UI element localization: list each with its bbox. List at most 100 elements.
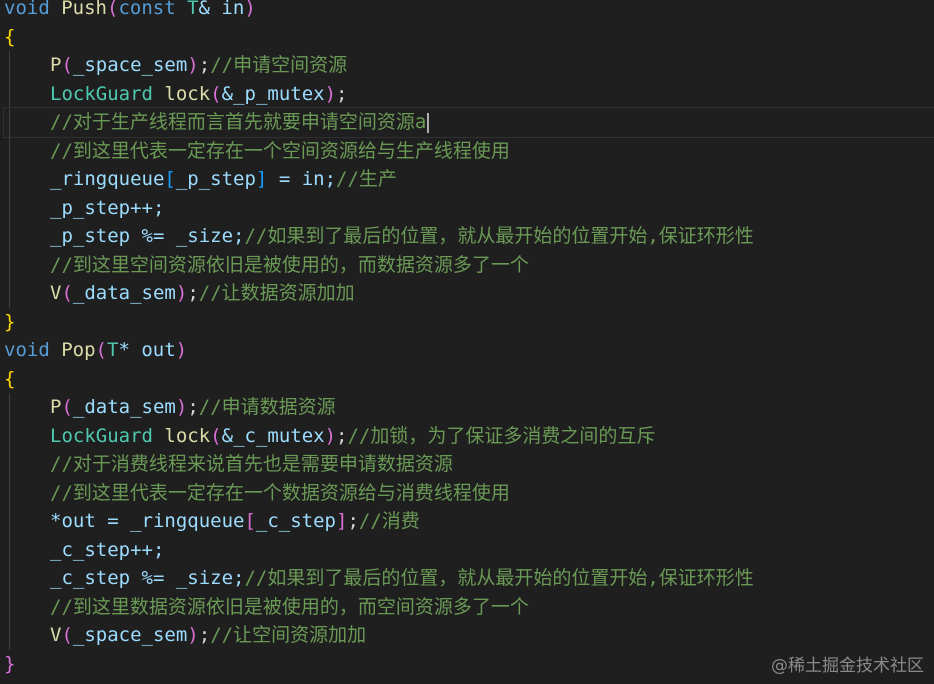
comment: //到这里代表一定存在一个空间资源给与生产线程使用 bbox=[50, 139, 510, 162]
bracket: ] bbox=[336, 510, 348, 532]
code-line-push-signature: void Push(const T& in) bbox=[4, 0, 934, 23]
argument: _data_sem bbox=[72, 282, 176, 304]
argument: &_c_mutex bbox=[221, 424, 325, 447]
comment: //让数据资源加加 bbox=[198, 282, 355, 304]
code-line: LockGuard lock(&_c_mutex);//加锁，为了保证多消费之间… bbox=[4, 421, 934, 450]
watermark: @稀土掘金技术社区 bbox=[771, 656, 924, 676]
bracket: [ bbox=[244, 510, 256, 532]
type-name: T bbox=[187, 0, 199, 19]
code-line: V(_space_sem);//让空间资源加加 bbox=[4, 621, 934, 650]
code-line: _p_step %= _size;//如果到了最后的位置，就从最开始的位置开始,… bbox=[4, 222, 934, 251]
comment: //到这里数据资源依旧是被使用的，而空间资源多了一个 bbox=[50, 595, 529, 618]
function-name: Pop bbox=[61, 339, 96, 361]
index: _c_step bbox=[255, 510, 336, 532]
text-cursor bbox=[427, 112, 430, 133]
dereference: *out = bbox=[50, 510, 131, 532]
statement: _c_step++; bbox=[50, 538, 165, 561]
bracket: [ bbox=[164, 168, 176, 190]
keyword: void bbox=[4, 339, 50, 361]
code-line: //到这里代表一定存在一个数据资源给与消费线程使用 bbox=[4, 478, 934, 507]
assignment: = in; bbox=[267, 168, 337, 190]
code-line: //到这里数据资源依旧是被使用的，而空间资源多了一个 bbox=[4, 592, 934, 621]
comment: //消费 bbox=[358, 510, 420, 532]
function-call: V bbox=[50, 624, 62, 646]
code-line-pop-signature: void Pop(T* out) bbox=[4, 336, 934, 365]
comment: //如果到了最后的位置，就从最开始的位置开始,保证环形性 bbox=[244, 567, 754, 589]
function-name: Push bbox=[61, 0, 107, 19]
function-call: P bbox=[50, 396, 62, 418]
paren: ) bbox=[324, 82, 337, 105]
code-line: P(_space_sem);//申请空间资源 bbox=[4, 51, 934, 80]
semicolon: ; bbox=[187, 396, 199, 418]
code-line: LockGuard lock(&_p_mutex); bbox=[4, 79, 934, 108]
variable-name: _ringqueue bbox=[50, 168, 165, 190]
paren: ( bbox=[61, 624, 73, 646]
keyword: void bbox=[4, 0, 50, 19]
comment: //让空间资源加加 bbox=[210, 624, 367, 646]
variable-name: lock bbox=[164, 424, 211, 447]
semicolon: ; bbox=[347, 510, 359, 532]
code-line-current[interactable]: //对于生产线程而言首先就要申请空间资源a bbox=[3, 107, 934, 138]
paren: ) bbox=[187, 624, 199, 646]
comment: //加锁，为了保证多消费之间的互斥 bbox=[347, 424, 656, 447]
comment: //到这里空间资源依旧是被使用的，而数据资源多了一个 bbox=[50, 253, 529, 276]
semicolon: ; bbox=[198, 624, 211, 646]
brace: { bbox=[4, 25, 16, 48]
code-line: //到这里代表一定存在一个空间资源给与生产线程使用 bbox=[4, 136, 934, 165]
code-line: P(_data_sem);//申请数据资源 bbox=[4, 393, 934, 422]
code-line-push-close-brace: } bbox=[4, 308, 934, 337]
code-line-push-open-brace: { bbox=[4, 23, 934, 52]
semicolon: ; bbox=[336, 424, 348, 447]
semicolon: ; bbox=[198, 54, 211, 76]
variable-name: lock bbox=[164, 82, 211, 105]
code-line: _c_step %= _size;//如果到了最后的位置，就从最开始的位置开始,… bbox=[4, 564, 934, 593]
paren: ) bbox=[324, 424, 337, 447]
brace: { bbox=[4, 367, 16, 390]
argument: _space_sem bbox=[72, 54, 188, 76]
parameter: * out bbox=[118, 339, 176, 361]
paren: ) bbox=[187, 54, 199, 76]
comment: //对于生产线程而言首先就要申请空间资源a bbox=[50, 111, 427, 133]
type-name: LockGuard bbox=[50, 424, 153, 447]
semicolon: ; bbox=[187, 282, 199, 304]
paren: ) bbox=[175, 339, 188, 361]
comment: //如果到了最后的位置，就从最开始的位置开始,保证环形性 bbox=[244, 225, 754, 247]
function-call: V bbox=[50, 282, 62, 304]
parameter: & in bbox=[198, 0, 245, 19]
code-line-pop-open-brace: { bbox=[4, 365, 934, 394]
comment: //申请空间资源 bbox=[210, 54, 348, 76]
argument: &_p_mutex bbox=[221, 82, 325, 105]
index: _p_step bbox=[175, 168, 256, 190]
comment: //对于消费线程来说首先也是需要申请数据资源 bbox=[50, 453, 453, 475]
code-line: _p_step++; bbox=[4, 193, 934, 222]
comment: //申请数据资源 bbox=[198, 396, 336, 418]
paren: ( bbox=[61, 396, 73, 418]
paren: ( bbox=[210, 82, 222, 105]
paren: ( bbox=[106, 0, 119, 19]
paren: ( bbox=[95, 339, 107, 361]
code-line: _c_step++; bbox=[4, 535, 934, 564]
paren: ) bbox=[175, 396, 188, 418]
code-editor[interactable]: void Push(const T& in) { P(_space_sem);/… bbox=[0, 0, 934, 684]
code-lines: void Push(const T& in) { P(_space_sem);/… bbox=[3, 0, 934, 678]
keyword: const bbox=[118, 0, 176, 19]
semicolon: ; bbox=[336, 82, 348, 105]
comment: //生产 bbox=[336, 168, 397, 190]
type-name: LockGuard bbox=[50, 82, 153, 105]
paren: ( bbox=[210, 424, 222, 447]
code-line: //到这里空间资源依旧是被使用的，而数据资源多了一个 bbox=[4, 250, 934, 279]
type-name: T bbox=[107, 339, 119, 361]
paren: ( bbox=[61, 282, 73, 304]
code-line: //对于消费线程来说首先也是需要申请数据资源 bbox=[4, 450, 934, 479]
statement: _p_step++; bbox=[50, 196, 165, 219]
paren: ) bbox=[175, 282, 188, 304]
code-line: V(_data_sem);//让数据资源加加 bbox=[4, 279, 934, 308]
paren: ( bbox=[61, 54, 73, 76]
comment: //到这里代表一定存在一个数据资源给与消费线程使用 bbox=[50, 481, 510, 504]
argument: _space_sem bbox=[72, 624, 188, 646]
function-call: P bbox=[50, 54, 62, 76]
bracket: ] bbox=[255, 168, 268, 190]
variable-name: _ringqueue bbox=[130, 510, 245, 532]
paren: ) bbox=[244, 0, 256, 19]
code-line: *out = _ringqueue[_c_step];//消费 bbox=[4, 507, 934, 536]
